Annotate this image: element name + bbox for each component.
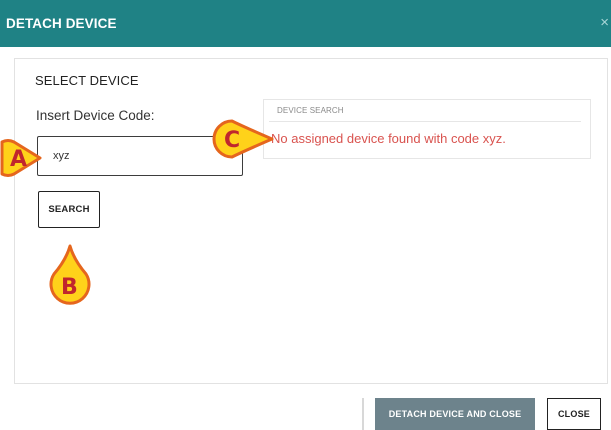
callout-a-marker: A: [0, 138, 42, 178]
dialog-header: DETACH DEVICE ×: [0, 0, 611, 47]
callout-b-letter: B: [61, 275, 78, 300]
callout-b-marker: B: [48, 244, 92, 306]
dialog-title: DETACH DEVICE: [6, 16, 117, 31]
close-button[interactable]: CLOSE: [547, 398, 601, 430]
search-button[interactable]: SEARCH: [38, 191, 100, 228]
detach-and-close-button[interactable]: DETACH DEVICE AND CLOSE: [375, 398, 535, 430]
callout-a-letter: A: [10, 147, 27, 172]
section-title: SELECT DEVICE: [35, 73, 139, 88]
search-result-message: No assigned device found with code xyz.: [271, 131, 506, 146]
device-search-title: DEVICE SEARCH: [277, 106, 344, 115]
device-search-divider: [269, 121, 581, 122]
callout-c-marker: C: [212, 119, 274, 159]
callout-c-letter: C: [224, 128, 240, 153]
footer-divider: [362, 398, 364, 430]
close-icon[interactable]: ×: [600, 14, 609, 31]
device-code-label: Insert Device Code:: [36, 108, 155, 123]
device-search-panel: DEVICE SEARCH: [263, 99, 591, 159]
